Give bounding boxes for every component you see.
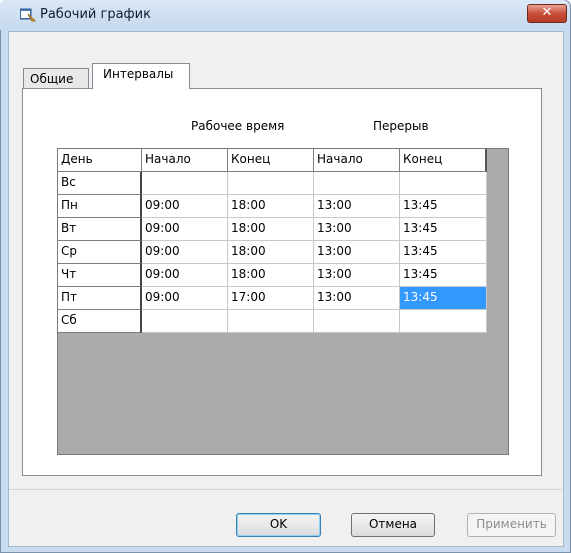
row-header-day[interactable]: Вс [58,172,142,195]
cell-break-start[interactable]: 13:00 [314,287,400,310]
close-button[interactable]: ✕ [527,4,567,23]
cell-work-start[interactable]: 09:00 [142,264,228,287]
column-header-day[interactable]: День [58,149,142,172]
cell-work-start[interactable]: 09:00 [142,241,228,264]
work-time-group-label: Рабочее время [191,119,285,133]
cell-work-end[interactable] [228,310,314,333]
cell-work-start[interactable] [142,310,228,333]
cell-work-start[interactable]: 09:00 [142,195,228,218]
cell-break-start[interactable]: 13:00 [314,241,400,264]
cell-work-end[interactable]: 18:00 [228,218,314,241]
cell-work-end[interactable]: 18:00 [228,264,314,287]
cell-break-end-selected[interactable]: 13:45 [400,287,487,310]
tab-general[interactable]: Общие [23,68,89,88]
tab-intervals[interactable]: Интервалы [92,63,190,89]
cell-work-end[interactable]: 18:00 [228,241,314,264]
cell-work-start[interactable] [142,172,228,195]
cell-break-end[interactable]: 13:45 [400,264,487,287]
cell-break-end[interactable]: 13:45 [400,218,487,241]
cell-break-end[interactable] [400,310,487,333]
cancel-button[interactable]: Отмена [351,513,435,537]
cell-work-end[interactable] [228,172,314,195]
cell-work-start[interactable]: 09:00 [142,287,228,310]
cell-break-start[interactable]: 13:00 [314,195,400,218]
tab-general-label: Общие [30,72,74,86]
column-header-break-start[interactable]: Начало [314,149,400,172]
cell-work-start[interactable]: 09:00 [142,218,228,241]
column-header-work-start[interactable]: Начало [142,149,228,172]
row-header-day[interactable]: Чт [58,264,142,287]
cell-break-start[interactable] [314,310,400,333]
apply-button[interactable]: Применить [467,513,556,537]
window-title: Рабочий график [40,7,151,22]
schedule-app-icon [19,8,37,22]
cell-break-start[interactable]: 13:00 [314,218,400,241]
row-header-day[interactable]: Ср [58,241,142,264]
tab-intervals-label: Интервалы [103,67,174,81]
row-header-day[interactable]: Пн [58,195,142,218]
cell-work-end[interactable]: 17:00 [228,287,314,310]
break-group-label: Перерыв [373,119,429,133]
row-header-day[interactable]: Сб [58,310,142,333]
row-header-day[interactable]: Вт [58,218,142,241]
cell-break-start[interactable] [314,172,400,195]
column-header-work-end[interactable]: Конец [228,149,314,172]
ok-button[interactable]: OK [236,513,321,537]
cell-work-end[interactable]: 18:00 [228,195,314,218]
title-bar: Рабочий график ✕ [0,0,569,30]
row-header-day[interactable]: Пт [58,287,142,310]
cell-break-end[interactable] [400,172,487,195]
cell-break-start[interactable]: 13:00 [314,264,400,287]
cell-break-end[interactable]: 13:45 [400,195,487,218]
column-header-break-end[interactable]: Конец [400,149,487,172]
cell-break-end[interactable]: 13:45 [400,241,487,264]
